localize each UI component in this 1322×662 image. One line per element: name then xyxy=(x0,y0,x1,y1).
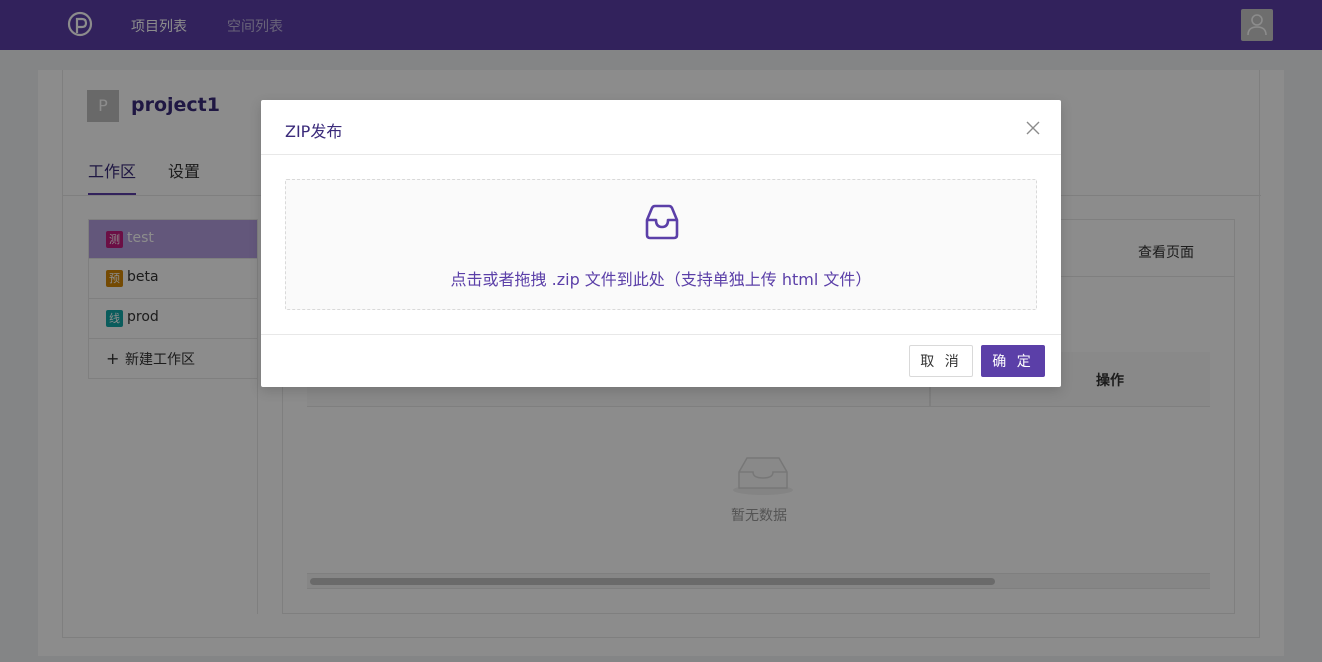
inbox-icon xyxy=(645,204,679,240)
upload-hint: 点击或者拖拽 .zip 文件到此处（支持单独上传 html 文件） xyxy=(450,270,872,289)
upload-dropzone[interactable]: 点击或者拖拽 .zip 文件到此处（支持单独上传 html 文件） xyxy=(285,179,1037,310)
close-icon[interactable] xyxy=(1023,118,1043,138)
confirm-button[interactable]: 确 定 xyxy=(981,345,1045,377)
modal-footer-divider xyxy=(261,334,1061,335)
cancel-button[interactable]: 取 消 xyxy=(909,345,973,377)
zip-publish-modal: ZIP发布 点击或者拖拽 .zip 文件到此处（支持单独上传 html 文件） … xyxy=(261,100,1061,387)
modal-title: ZIP发布 xyxy=(285,122,343,141)
modal-header-divider xyxy=(261,154,1061,155)
